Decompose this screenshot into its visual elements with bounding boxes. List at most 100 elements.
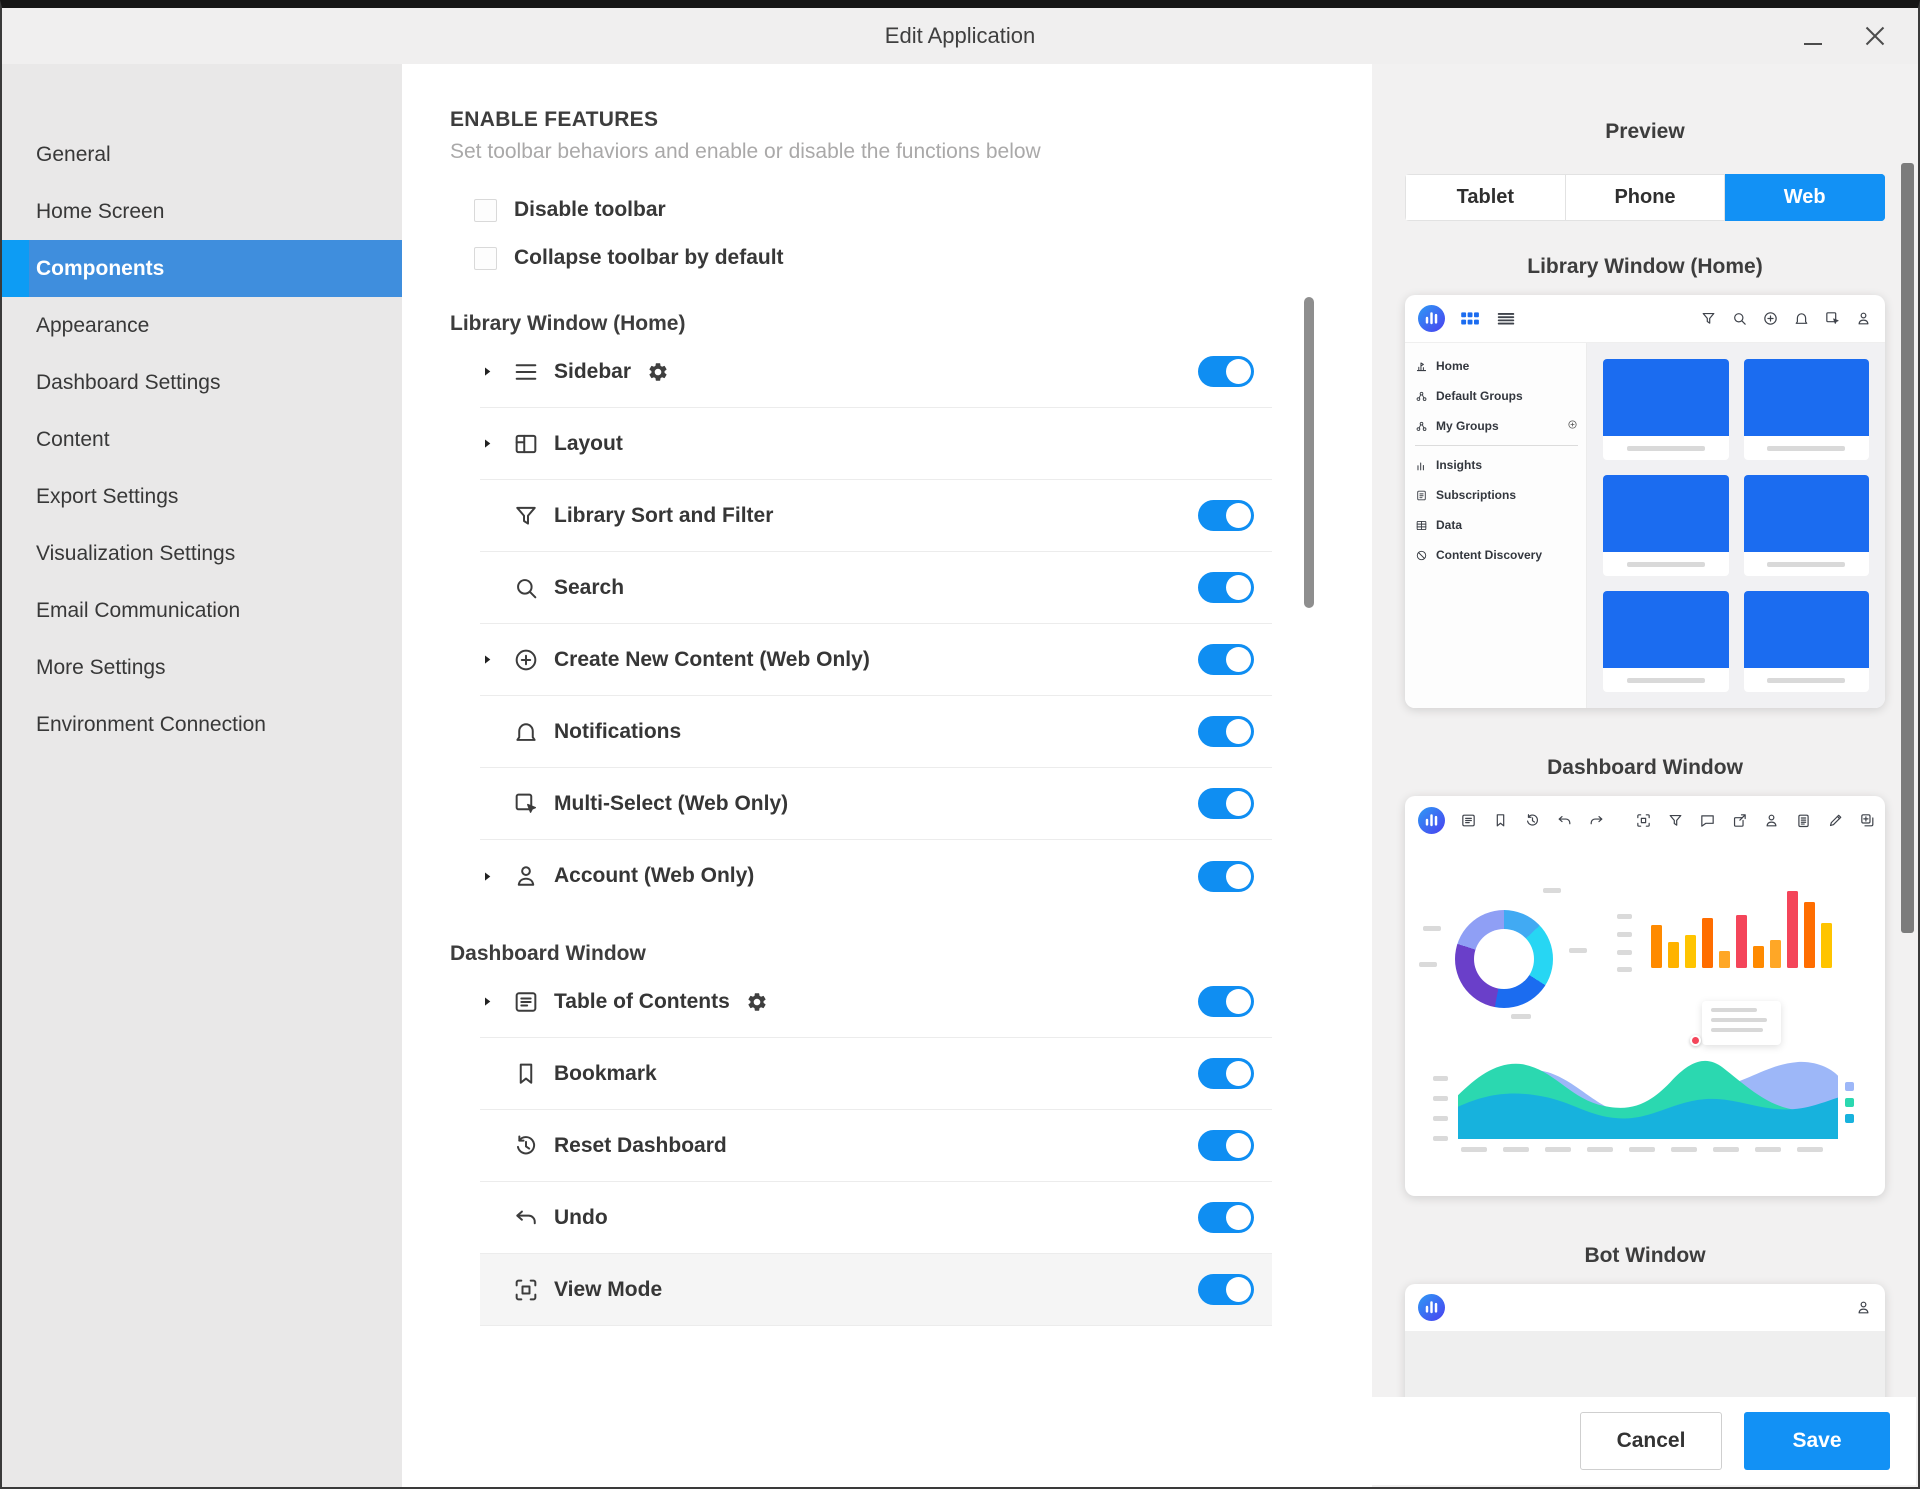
feature-row-bookmark: Bookmark	[480, 1038, 1272, 1110]
sidebar-item-more-settings[interactable]: More Settings	[2, 639, 402, 696]
grid-icon[interactable]	[1458, 307, 1482, 331]
toc-icon[interactable]	[1460, 812, 1477, 829]
toggle-knob	[1226, 575, 1251, 600]
axis-label-dash	[1433, 1136, 1448, 1141]
sidebar-item-components[interactable]: Components	[2, 240, 402, 297]
history-icon[interactable]	[1524, 812, 1541, 829]
close-icon[interactable]	[1862, 23, 1888, 49]
checkbox-disable-toolbar[interactable]	[474, 199, 497, 222]
dialog-body: GeneralHome ScreenComponentsAppearanceDa…	[2, 64, 1918, 1487]
sidebar-item-visualization-settings[interactable]: Visualization Settings	[2, 525, 402, 582]
search-icon[interactable]	[1731, 310, 1748, 327]
window-scrollbar-thumb[interactable]	[1901, 163, 1914, 933]
data-point-marker	[1690, 1035, 1701, 1046]
content-scrollbar-thumb[interactable]	[1304, 297, 1314, 608]
sidebar-item-appearance[interactable]: Appearance	[2, 297, 402, 354]
undo-icon[interactable]	[1556, 812, 1573, 829]
toggle-reset-dashboard[interactable]	[1198, 1130, 1254, 1161]
library-nav-insights[interactable]: Insights	[1415, 450, 1578, 480]
library-nav-label: My Groups	[1436, 419, 1499, 433]
share-icon[interactable]	[1731, 812, 1748, 829]
caret-right-icon[interactable]	[480, 652, 495, 667]
toggle-bookmark[interactable]	[1198, 1058, 1254, 1089]
sidebar-item-environment-connection[interactable]: Environment Connection	[2, 696, 402, 753]
bar	[1685, 935, 1696, 968]
cancel-button[interactable]: Cancel	[1580, 1412, 1722, 1470]
toggle-view-mode[interactable]	[1198, 1274, 1254, 1305]
library-nav-subscriptions[interactable]: Subscriptions	[1415, 480, 1578, 510]
bell-icon[interactable]	[1793, 310, 1810, 327]
feature-row-notifications: Notifications	[480, 696, 1272, 768]
axis-label-dash	[1569, 948, 1587, 953]
preview-tab-web[interactable]: Web	[1725, 174, 1885, 221]
library-nav-default-groups[interactable]: Default Groups	[1415, 381, 1578, 411]
preview-tab-tablet[interactable]: Tablet	[1405, 174, 1566, 221]
caret-right-icon[interactable]	[480, 994, 495, 1009]
library-nav-content-discovery[interactable]: Content Discovery	[1415, 540, 1578, 570]
filter-icon	[512, 502, 540, 530]
search-icon	[512, 574, 540, 602]
gear-icon[interactable]	[746, 991, 768, 1013]
checkbox-row-disable-toolbar: Disable toolbar	[474, 186, 1372, 234]
library-nav-data[interactable]: Data	[1415, 510, 1578, 540]
subscriptions-icon	[1415, 489, 1428, 502]
undo-icon	[512, 1204, 540, 1232]
copy-plus-icon[interactable]	[1859, 812, 1876, 829]
preview-tab-phone[interactable]: Phone	[1566, 174, 1726, 221]
sidebar-item-export-settings[interactable]: Export Settings	[2, 468, 402, 525]
axis-label-dash	[1797, 1147, 1823, 1152]
redo-icon[interactable]	[1588, 812, 1605, 829]
axis-label-dash	[1419, 962, 1437, 967]
library-nav-my-groups[interactable]: My Groups	[1415, 411, 1578, 441]
toggle-create-new-content-web-only[interactable]	[1198, 644, 1254, 675]
tile-caption	[1744, 436, 1870, 460]
toggle-undo[interactable]	[1198, 1202, 1254, 1233]
checkbox-collapse-toolbar-by-default[interactable]	[474, 247, 497, 270]
person-icon[interactable]	[1763, 812, 1780, 829]
dashboard-preview-charts	[1405, 844, 1885, 1196]
pencil-icon[interactable]	[1827, 812, 1844, 829]
sidebar-item-dashboard-settings[interactable]: Dashboard Settings	[2, 354, 402, 411]
caret-right-icon[interactable]	[480, 869, 495, 884]
caret-right-icon[interactable]	[480, 436, 495, 451]
minimize-icon[interactable]	[1804, 24, 1824, 48]
axis-label-dash	[1503, 1147, 1529, 1152]
bookmark-icon[interactable]	[1492, 812, 1509, 829]
toggle-sidebar[interactable]	[1198, 356, 1254, 387]
person-icon[interactable]	[1855, 310, 1872, 327]
toggle-multi-select-web-only[interactable]	[1198, 788, 1254, 819]
filter-icon[interactable]	[1700, 310, 1717, 327]
toggle-table-of-contents[interactable]	[1198, 986, 1254, 1017]
view-mode-icon[interactable]	[1635, 812, 1652, 829]
library-nav-home[interactable]: Home	[1415, 351, 1578, 381]
bell-icon	[512, 718, 540, 746]
toggle-search[interactable]	[1198, 572, 1254, 603]
bar	[1821, 923, 1832, 968]
toggle-library-sort-and-filter[interactable]	[1198, 500, 1254, 531]
bar	[1804, 902, 1815, 968]
sidebar-item-home-screen[interactable]: Home Screen	[2, 183, 402, 240]
list-icon[interactable]	[1495, 308, 1517, 330]
person-icon[interactable]	[1855, 1299, 1872, 1316]
plus-circle-icon[interactable]	[1762, 310, 1779, 327]
feature-label: Notifications	[554, 720, 681, 744]
tile-thumbnail	[1744, 359, 1870, 436]
donut-chart	[1455, 910, 1553, 1008]
toggle-notifications[interactable]	[1198, 716, 1254, 747]
caret-right-icon[interactable]	[480, 364, 495, 379]
plus-circle-icon[interactable]	[1567, 419, 1578, 430]
sidebar-item-general[interactable]: General	[2, 126, 402, 183]
save-button[interactable]: Save	[1744, 1412, 1890, 1470]
sidebar-item-content[interactable]: Content	[2, 411, 402, 468]
sidebar-item-email-communication[interactable]: Email Communication	[2, 582, 402, 639]
library-preview-grid	[1587, 343, 1885, 708]
filter-icon[interactable]	[1667, 812, 1684, 829]
multi-select-icon[interactable]	[1824, 310, 1841, 327]
clipboard-icon[interactable]	[1795, 812, 1812, 829]
gear-icon[interactable]	[647, 361, 669, 383]
axis-label-dash	[1629, 1147, 1655, 1152]
toggle-account-web-only[interactable]	[1198, 861, 1254, 892]
axis-label-dash	[1617, 950, 1632, 955]
comment-icon[interactable]	[1699, 812, 1716, 829]
axis-label-dash	[1617, 967, 1632, 972]
